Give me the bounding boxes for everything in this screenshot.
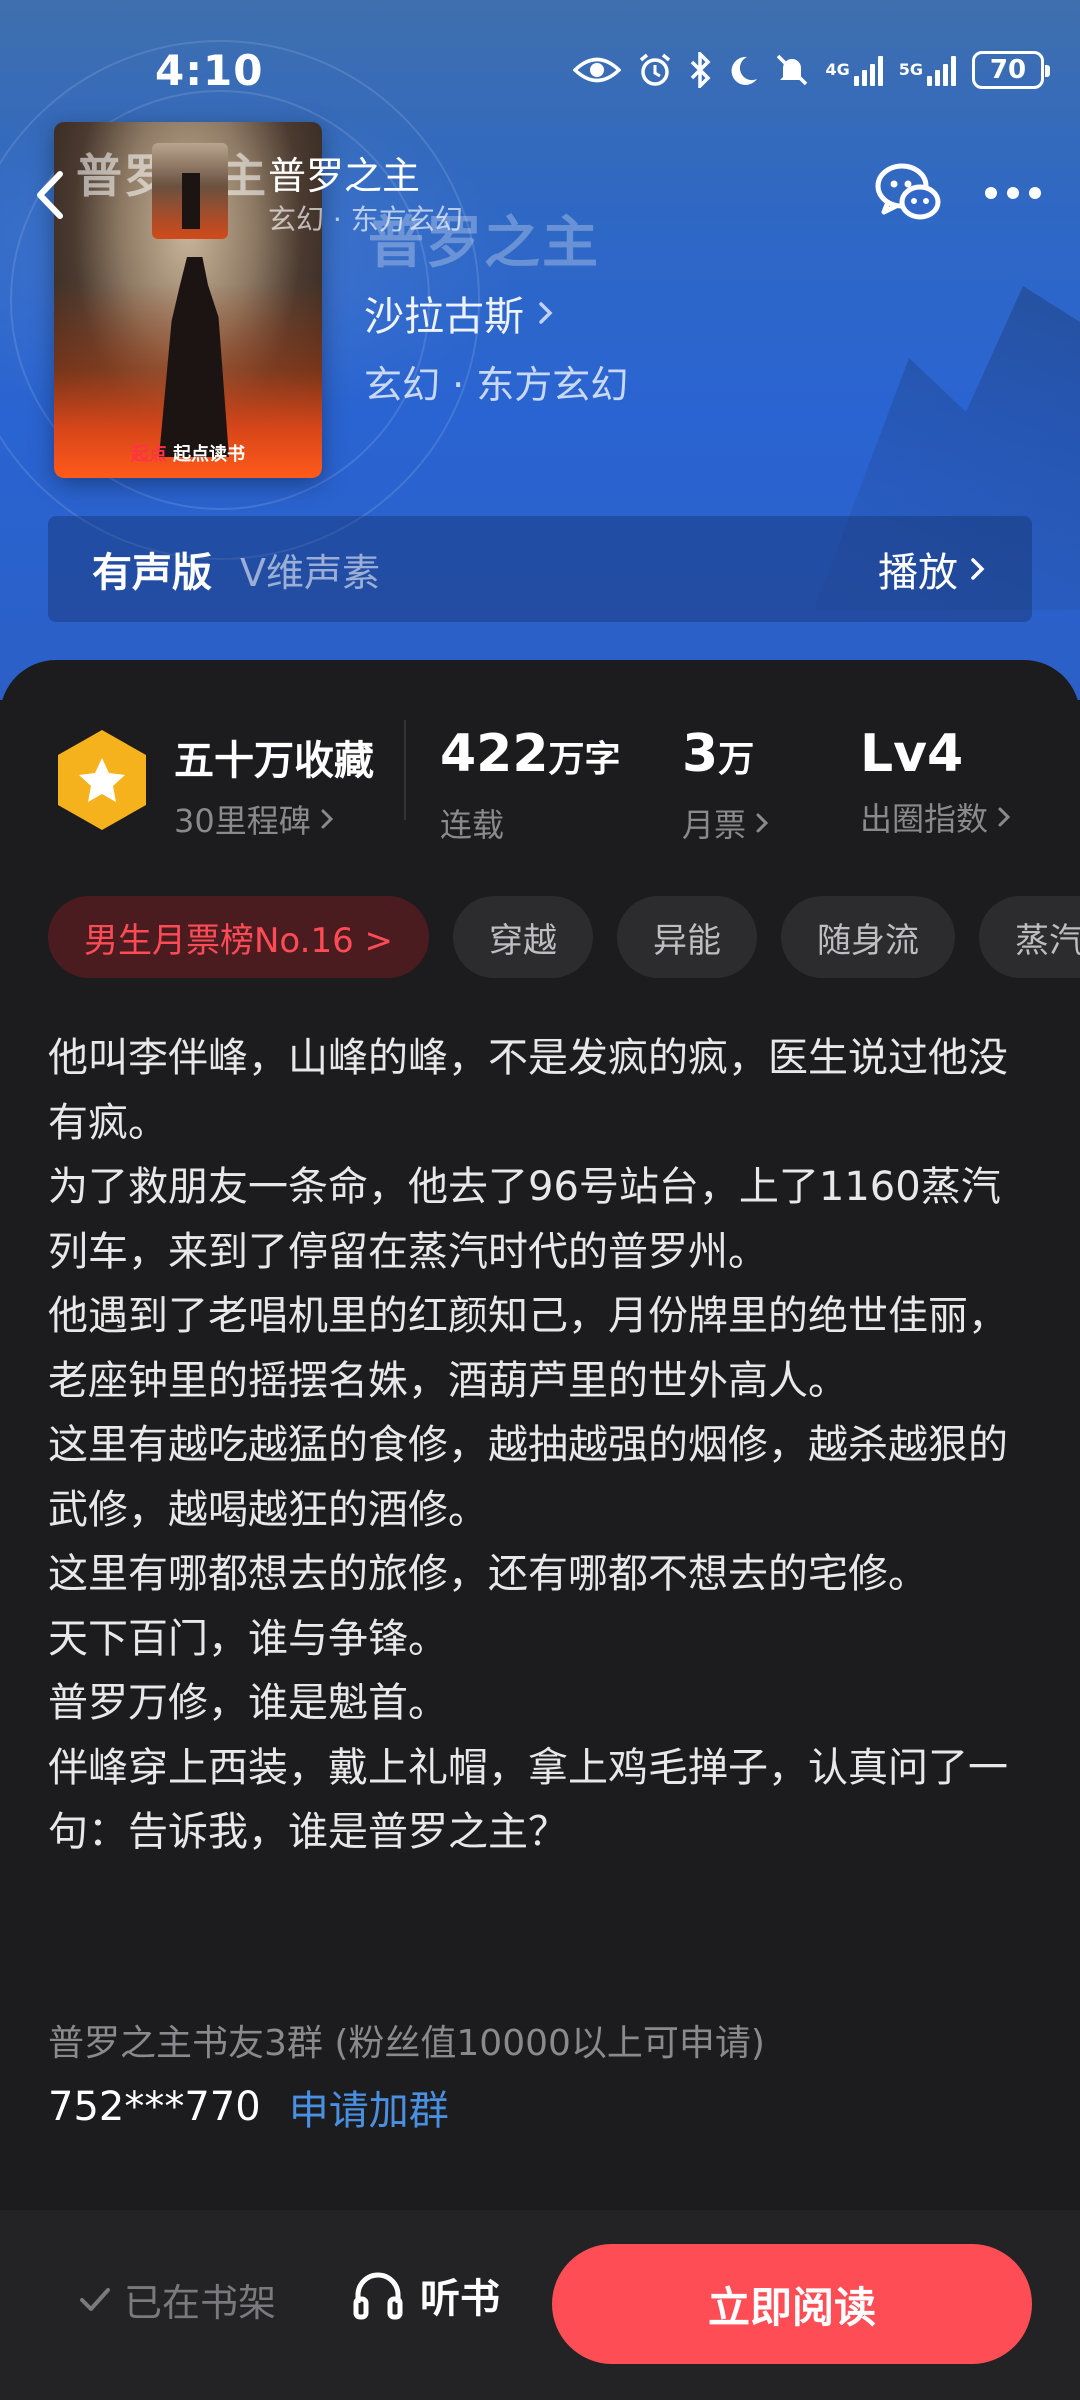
synopsis-paragraph: 普罗万修，谁是魁首。 (48, 1680, 448, 1726)
read-now-button[interactable]: 立即阅读 (552, 2244, 1032, 2364)
tickets-unit: 万 (718, 739, 755, 780)
network-label-1: 4G (825, 60, 850, 79)
alarm-icon (637, 50, 673, 90)
words-label: 连载 (440, 806, 505, 844)
synopsis-paragraph: 他叫李伴峰，山峰的峰，不是发疯的疯，医生说过他没有疯。 (48, 1035, 1008, 1146)
fan-group-row: 752***770 申请加群 (48, 2078, 449, 2136)
status-time: 4:10 (155, 46, 264, 95)
book-synopsis[interactable]: 他叫李伴峰，山峰的峰，不是发疯的疯，医生说过他没有疯。 为了救朋友一条命，他去了… (48, 1026, 1008, 1865)
tickets-value: 3 (682, 724, 719, 784)
eye-icon (573, 50, 622, 90)
book-genre: 玄幻 · 东方玄幻 (364, 363, 629, 407)
moon-icon (727, 50, 759, 90)
tag-item[interactable]: 异能 (617, 896, 758, 978)
bottom-action-bar: 已在书架 听书 立即阅读 (0, 2210, 1080, 2400)
collect-title: 五十万收藏 (174, 738, 374, 784)
collect-milestone[interactable]: 五十万收藏 30里程碑 (174, 728, 374, 842)
synopsis-paragraph: 这里有哪都想去的旅修，还有哪都不想去的宅修。 (48, 1551, 928, 1597)
headphones-icon (353, 2272, 403, 2320)
battery-level: 70 (972, 51, 1050, 89)
battery-icon: 70 (972, 50, 1050, 90)
level-label: 出圈指数 (860, 800, 989, 838)
stat-monthly-tickets[interactable]: 3万 月票 (682, 728, 772, 846)
audio-voice: V维声素 (240, 550, 380, 595)
more-options-button[interactable] (978, 168, 1048, 218)
author-name: 沙拉古斯 (364, 294, 524, 340)
chevron-right-icon (998, 807, 1011, 827)
back-button[interactable] (26, 160, 76, 230)
network-label-2: 5G (898, 60, 923, 79)
signal-4g-icon: 4G (825, 50, 883, 90)
join-group-link[interactable]: 申请加群 (289, 2078, 449, 2136)
synopsis-paragraph: 他遇到了老唱机里的红颜知己，月份牌里的绝世佳丽，老座钟里的摇摆名姝，酒葫芦里的世… (48, 1293, 1008, 1404)
audio-version-bar[interactable]: 有声版 V维声素 播放 (48, 516, 1032, 622)
synopsis-paragraph: 这里有越吃越猛的食修，越抽越强的烟修，越杀越狠的武修，越喝越狂的酒修。 (48, 1422, 1008, 1533)
on-shelf-status[interactable]: 已在书架 (78, 2272, 276, 2327)
listen-label: 听书 (420, 2276, 500, 2322)
author-link[interactable]: 沙拉古斯 (364, 284, 556, 342)
fan-group-info: 普罗之主书友3群 (粉丝值10000以上可申请) (48, 2023, 765, 2064)
status-bar: 4:10 4G 5G 70 (0, 0, 1080, 140)
nav-title: 普罗之主 (268, 154, 421, 198)
tag-rank[interactable]: 男生月票榜No.16 > (48, 896, 430, 978)
chevron-right-icon (539, 302, 553, 324)
fan-group-id: 752***770 (48, 2084, 261, 2130)
synopsis-paragraph: 为了救朋友一条命，他去了96号站台，上了1160蒸汽列车，来到了停留在蒸汽时代的… (48, 1164, 1001, 1275)
stat-popularity-index[interactable]: Lv4 出圈指数 (860, 728, 1014, 840)
tag-item[interactable]: 随身流 (781, 896, 956, 978)
wechat-icon (875, 163, 941, 220)
synopsis-paragraph: 天下百门，谁与争锋。 (48, 1615, 448, 1662)
check-icon (80, 2287, 110, 2311)
cover-brand: 起点 起点读书 (131, 444, 245, 465)
stats-divider (404, 720, 406, 820)
tag-item[interactable]: 穿越 (453, 896, 594, 978)
wechat-share-button[interactable] (874, 158, 944, 228)
mute-icon (775, 50, 809, 90)
level-value: Lv4 (860, 724, 964, 784)
book-title: 普罗之主 (368, 210, 600, 276)
tag-item[interactable]: 蒸汽 (979, 896, 1080, 978)
tickets-label: 月票 (682, 806, 747, 844)
audio-play-label: 播放 (878, 550, 958, 596)
status-icons: 4G 5G 70 (573, 48, 1050, 92)
collect-sub: 30里程碑 (174, 802, 311, 840)
more-dot-icon (985, 187, 997, 199)
chevron-right-icon (971, 558, 985, 580)
words-unit: 万字 (548, 739, 621, 780)
shelf-label: 已在书架 (124, 2281, 277, 2325)
tag-list: 男生月票榜No.16 > 穿越 异能 随身流 蒸汽 (48, 896, 1080, 980)
listen-button[interactable]: 听书 (350, 2266, 500, 2324)
stats-row: 五十万收藏 30里程碑 422万字 连载 3万 月票 Lv4 出圈指数 (0, 720, 1080, 850)
bluetooth-icon (689, 50, 711, 90)
chevron-right-icon (756, 813, 769, 833)
nav-cover-thumbnail (152, 143, 228, 239)
chevron-left-icon (37, 171, 63, 219)
star-badge-icon (54, 728, 150, 832)
stat-words: 422万字 连载 (440, 728, 621, 846)
signal-5g-icon: 5G (899, 50, 956, 90)
chevron-right-icon (321, 809, 333, 829)
audio-label: 有声版 (92, 550, 212, 596)
audio-play-button[interactable]: 播放 (878, 540, 988, 598)
words-value: 422 (440, 724, 549, 784)
synopsis-paragraph: 伴峰穿上西装，戴上礼帽，拿上鸡毛掸子，认真问了一句：告诉我，谁是普罗之主？ (48, 1744, 1008, 1856)
